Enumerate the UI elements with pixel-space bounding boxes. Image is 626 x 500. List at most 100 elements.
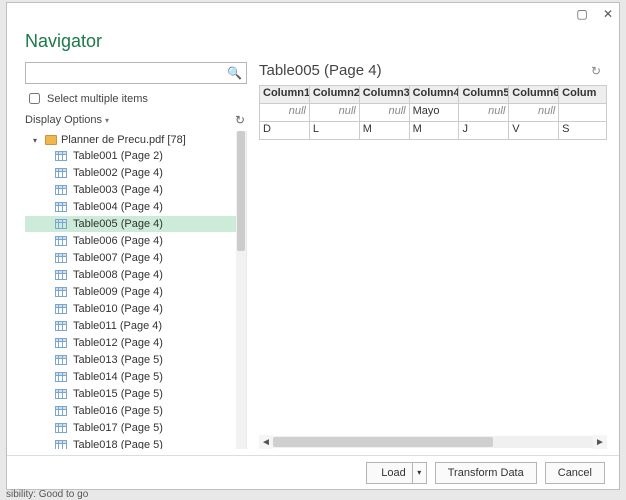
table-icon — [55, 270, 67, 280]
tree-item[interactable]: Table003 (Page 4) — [25, 182, 236, 198]
tree-item-label: Table015 (Page 5) — [73, 388, 163, 400]
tree-scrollbar-thumb[interactable] — [237, 131, 245, 251]
scroll-left-icon[interactable]: ◄ — [259, 435, 273, 449]
grid-cell[interactable]: null — [459, 104, 509, 122]
chevron-down-icon: ▾ — [105, 116, 109, 125]
load-dropdown-icon[interactable]: ▾ — [412, 463, 426, 483]
grid-cell[interactable]: null — [509, 104, 559, 122]
table-icon — [55, 321, 67, 331]
tree-item[interactable]: Table011 (Page 4) — [25, 318, 236, 334]
tree-item[interactable]: Table009 (Page 4) — [25, 284, 236, 300]
column-header[interactable]: Column3 — [360, 86, 410, 104]
table-icon — [55, 253, 67, 263]
table-icon — [55, 236, 67, 246]
column-header[interactable]: Column5 — [459, 86, 509, 104]
grid-cell[interactable]: M — [410, 122, 460, 140]
table-icon — [55, 355, 67, 365]
horizontal-scrollbar[interactable]: ◄ ► — [259, 435, 607, 449]
scrollbar-thumb[interactable] — [273, 437, 493, 447]
grid-cell[interactable]: null — [310, 104, 360, 122]
tree-item[interactable]: Table017 (Page 5) — [25, 420, 236, 436]
grid-cell[interactable]: L — [310, 122, 360, 140]
scroll-right-icon[interactable]: ► — [593, 435, 607, 449]
tree-item[interactable]: Table004 (Page 4) — [25, 199, 236, 215]
preview-refresh-icon[interactable]: ↻ — [591, 64, 601, 78]
tree-item[interactable]: Table013 (Page 5) — [25, 352, 236, 368]
search-icon[interactable]: 🔍 — [227, 66, 242, 80]
grid-cell[interactable]: M — [360, 122, 410, 140]
close-icon[interactable]: ✕ — [601, 7, 615, 21]
grid-cell[interactable] — [559, 104, 607, 122]
grid-cell[interactable]: Mayo — [410, 104, 460, 122]
table-icon — [55, 202, 67, 212]
column-header[interactable]: Column6 — [509, 86, 559, 104]
tree-item[interactable]: Table015 (Page 5) — [25, 386, 236, 402]
table-icon — [55, 338, 67, 348]
status-bar: sibility: Good to go — [6, 489, 88, 500]
tree-root-label: Planner de Precu.pdf [78] — [61, 134, 186, 146]
table-icon — [55, 168, 67, 178]
select-multiple-checkbox[interactable]: Select multiple items — [25, 90, 247, 107]
tree-item[interactable]: Table010 (Page 4) — [25, 301, 236, 317]
tree-item-label: Table001 (Page 2) — [73, 150, 163, 162]
maximize-icon[interactable]: ▢ — [575, 7, 589, 21]
tree-item-label: Table013 (Page 5) — [73, 354, 163, 366]
table-icon — [55, 372, 67, 382]
table-icon — [55, 151, 67, 161]
tree-item-label: Table005 (Page 4) — [73, 218, 163, 230]
refresh-icon[interactable]: ↻ — [235, 113, 245, 127]
tree-item-label: Table011 (Page 4) — [73, 320, 162, 332]
tree-root-item[interactable]: ▾ Planner de Precu.pdf [78] — [25, 133, 236, 147]
load-button-label: Load — [379, 467, 411, 479]
tree-item[interactable]: Table005 (Page 4) — [25, 216, 236, 232]
left-pane: 🔍 Select multiple items Display Options … — [25, 62, 247, 449]
select-multiple-input[interactable] — [29, 93, 40, 104]
column-header[interactable]: Column1 — [260, 86, 310, 104]
tree-item-label: Table014 (Page 5) — [73, 371, 163, 383]
display-options-dropdown[interactable]: Display Options ▾ — [25, 114, 109, 126]
tree-item[interactable]: Table002 (Page 4) — [25, 165, 236, 181]
tree-item-label: Table006 (Page 4) — [73, 235, 163, 247]
tree-item[interactable]: Table016 (Page 5) — [25, 403, 236, 419]
grid-header-row: Column1Column2Column3Column4Column5Colum… — [260, 86, 607, 104]
tree-item[interactable]: Table014 (Page 5) — [25, 369, 236, 385]
preview-grid: Column1Column2Column3Column4Column5Colum… — [259, 85, 607, 140]
grid-cell[interactable]: V — [509, 122, 559, 140]
scrollbar-track[interactable] — [273, 436, 593, 448]
grid-data-row: DLMMJVS — [260, 122, 607, 140]
column-header[interactable]: Colum — [559, 86, 607, 104]
search-box[interactable]: 🔍 — [25, 62, 247, 84]
tree-item-label: Table009 (Page 4) — [73, 286, 163, 298]
titlebar: ▢ ✕ — [7, 3, 619, 25]
grid-cell[interactable]: J — [459, 122, 509, 140]
tree-item-label: Table003 (Page 4) — [73, 184, 163, 196]
cancel-button[interactable]: Cancel — [545, 462, 605, 484]
preview-title: Table005 (Page 4) — [259, 62, 382, 79]
grid-cell[interactable]: S — [559, 122, 607, 140]
table-icon — [55, 185, 67, 195]
tree-scrollbar[interactable] — [236, 131, 246, 449]
tree-item[interactable]: Table008 (Page 4) — [25, 267, 236, 283]
collapse-icon[interactable]: ▾ — [33, 136, 41, 145]
grid-cell[interactable]: D — [260, 122, 310, 140]
tree-container: ▾ Planner de Precu.pdf [78] Table001 (Pa… — [25, 131, 247, 449]
preview-pane: Table005 (Page 4) ↻ Column1Column2Column… — [259, 62, 607, 449]
tree-item[interactable]: Table006 (Page 4) — [25, 233, 236, 249]
tree-item[interactable]: Table012 (Page 4) — [25, 335, 236, 351]
transform-button-label: Transform Data — [448, 467, 524, 479]
column-header[interactable]: Column4 — [410, 86, 460, 104]
tree-item[interactable]: Table018 (Page 5) — [25, 437, 236, 449]
column-header[interactable]: Column2 — [310, 86, 360, 104]
tree-item-label: Table010 (Page 4) — [73, 303, 163, 315]
tree-item[interactable]: Table001 (Page 2) — [25, 148, 236, 164]
tree-item-label: Table018 (Page 5) — [73, 439, 163, 449]
transform-data-button[interactable]: Transform Data — [435, 462, 537, 484]
grid-cell[interactable]: null — [360, 104, 410, 122]
tree-item[interactable]: Table007 (Page 4) — [25, 250, 236, 266]
table-icon — [55, 406, 67, 416]
grid-cell[interactable]: null — [260, 104, 310, 122]
tree-item-label: Table002 (Page 4) — [73, 167, 163, 179]
search-input[interactable] — [30, 64, 227, 82]
tree-item-label: Table007 (Page 4) — [73, 252, 163, 264]
load-button[interactable]: Load ▾ — [366, 462, 426, 484]
